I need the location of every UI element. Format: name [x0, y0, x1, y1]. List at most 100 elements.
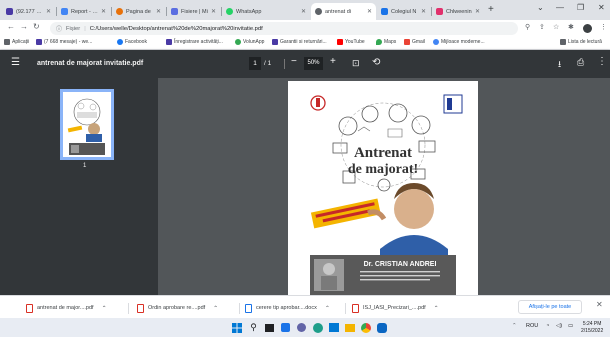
chevron-up-icon[interactable]: ⌃ — [102, 305, 107, 312]
tab-2[interactable]: Pagina de ✕ — [112, 3, 165, 20]
bookmark-mail[interactable]: (7 668 mesaje) - we... — [36, 39, 92, 45]
bookmark-label: Mijloace moderne... — [441, 39, 485, 45]
bookmark-mijloace[interactable]: Mijloace moderne... — [433, 39, 485, 45]
bookmark-youtube[interactable]: YouTube — [337, 39, 365, 45]
chevron-up-icon[interactable]: ⌃ — [434, 305, 439, 312]
search-icon[interactable]: ⚲ — [247, 321, 260, 334]
reload-icon[interactable]: ↻ — [33, 22, 40, 31]
system-clock[interactable]: 5:24 PM 2/15/2022 — [581, 321, 603, 334]
tab-label: Pagina de — [126, 8, 151, 15]
download-item-0[interactable]: antrenat de major....pdf ⌃ — [26, 301, 107, 315]
page-total: / 1 — [264, 60, 272, 67]
close-icon[interactable]: ✕ — [46, 8, 51, 15]
close-icon[interactable]: ✕ — [475, 8, 480, 15]
bookmark-volunapp[interactable]: VolunApp — [235, 39, 264, 45]
close-icon[interactable]: ✕ — [101, 8, 106, 15]
bookmark-label: (7 668 mesaje) - we... — [44, 39, 93, 45]
rotate-icon[interactable]: ⟲ — [372, 57, 380, 68]
minimize-button[interactable]: — — [556, 3, 564, 12]
bookmark-apps[interactable]: Aplicații — [4, 39, 29, 45]
sidebar-menu-icon[interactable]: ☰ — [11, 57, 20, 68]
file-explorer-icon[interactable] — [343, 321, 356, 334]
zoom-input[interactable]: 50% — [304, 57, 323, 70]
download-item-1[interactable]: Ordin aprobare re....pdf ⌃ — [137, 301, 218, 315]
bookmark-inregistrare[interactable]: Înregistrare activități... — [166, 39, 223, 45]
address-bar[interactable]: ⓘ Fișier | C:/Users/welle/Desktop/antren… — [50, 22, 518, 35]
zoom-out-button[interactable]: − — [291, 56, 297, 67]
wifi-icon[interactable]: ◔ — [546, 323, 549, 329]
download-item-2[interactable]: cerere tip aprobar....docx ⌃ — [245, 301, 330, 315]
download-label: ISJ_IASI_Precizari_....pdf — [363, 305, 426, 311]
bookmark-label: Garantii si returnări... — [280, 39, 327, 45]
download-item-3[interactable]: ISJ_IASI_Precizari_....pdf ⌃ — [352, 301, 439, 315]
youtube-icon — [337, 39, 343, 45]
app-icon[interactable] — [375, 321, 388, 334]
chevron-up-icon[interactable]: ⌃ — [512, 323, 517, 329]
close-icon[interactable]: ✕ — [421, 8, 426, 15]
close-icon[interactable]: ✕ — [367, 8, 372, 15]
close-icon[interactable]: ✕ — [211, 8, 216, 15]
extensions-icon[interactable]: ✱ — [568, 23, 574, 31]
fit-page-icon[interactable]: ⊡ — [352, 58, 360, 69]
chat-icon[interactable] — [295, 321, 308, 334]
zoom-in-button[interactable]: + — [330, 56, 336, 67]
share-icon[interactable]: ⇪ — [539, 23, 545, 31]
download-label: Ordin aprobare re....pdf — [148, 305, 206, 311]
windows-start-icon[interactable] — [230, 321, 243, 334]
bookmark-gmail[interactable]: Gmail — [404, 39, 425, 45]
bookmark-garantii[interactable]: Garantii si returnări... — [272, 39, 327, 45]
tab-7[interactable]: Chlweenin ✕ — [432, 3, 484, 20]
bookmark-star-icon[interactable]: ☆ — [553, 23, 559, 31]
battery-icon[interactable]: ▭ — [568, 323, 573, 329]
store-icon[interactable] — [327, 321, 340, 334]
chevron-up-icon[interactable]: ⌃ — [213, 305, 218, 312]
doc-icon — [61, 8, 68, 15]
bookmark-label: Gmail — [412, 39, 426, 45]
chrome-icon[interactable] — [359, 321, 372, 334]
close-icon[interactable]: ✕ — [301, 8, 306, 15]
tab-0[interactable]: (92.177 unr ✕ — [2, 3, 55, 20]
show-all-button[interactable]: Afișați-le pe toate — [518, 300, 582, 314]
tab-search-icon[interactable]: ⌄ — [537, 3, 544, 12]
profile-avatar[interactable] — [583, 24, 592, 33]
mail-icon — [272, 39, 278, 45]
more-options-icon[interactable]: ⋮ — [597, 56, 607, 67]
edge-icon[interactable] — [311, 321, 324, 334]
close-icon[interactable]: ✕ — [156, 8, 161, 15]
tab-1[interactable]: Report - ac ✕ — [57, 3, 110, 20]
apps-grid-icon — [4, 39, 10, 45]
tab-6[interactable]: Colegiul N ✕ — [377, 3, 430, 20]
close-icon[interactable]: ✕ — [596, 300, 603, 309]
tab-label: antrenat di — [325, 8, 351, 15]
bookmark-label: Aplicații — [12, 39, 30, 45]
volume-icon[interactable]: ◁) — [556, 323, 562, 329]
address-scheme-label: Fișier — [66, 25, 81, 32]
download-icon[interactable]: ⭳ — [558, 57, 561, 73]
bookmarks-bar: Aplicații (7 668 mesaje) - we... Faceboo… — [0, 37, 610, 50]
maximize-button[interactable]: ❐ — [577, 3, 584, 12]
language-indicator[interactable]: ROU — [526, 323, 538, 329]
reading-list-label: Lista de lectură — [568, 39, 602, 45]
chevron-up-icon[interactable]: ⌃ — [325, 305, 330, 312]
back-icon[interactable]: ← — [7, 22, 15, 31]
task-view-icon[interactable] — [263, 321, 276, 334]
print-icon[interactable]: ⎙ — [577, 57, 584, 68]
bookmark-maps[interactable]: Maps — [376, 39, 396, 45]
page-thumbnail[interactable] — [60, 89, 114, 160]
doc-icon — [166, 39, 172, 45]
info-icon[interactable]: ⓘ — [56, 24, 62, 33]
tab-4[interactable]: WhatsApp ✕ — [222, 3, 310, 20]
new-tab-button[interactable]: + — [488, 4, 494, 15]
clock-date: 2/15/2022 — [581, 327, 604, 334]
pdf-file-icon — [26, 303, 33, 313]
menu-icon[interactable]: ⋮ — [600, 23, 607, 31]
forward-icon[interactable]: → — [20, 22, 28, 31]
zoom-icon[interactable]: ⚲ — [525, 23, 530, 31]
page-number-input[interactable]: 1 — [249, 57, 261, 70]
close-window-button[interactable]: ✕ — [598, 3, 605, 12]
widgets-icon[interactable] — [279, 321, 292, 334]
tab-5-active[interactable]: antrenat di ✕ — [311, 3, 376, 20]
bookmark-facebook[interactable]: Facebook — [117, 39, 147, 45]
tab-3[interactable]: Fisiere | Mi ✕ — [167, 3, 220, 20]
reading-list[interactable]: Lista de lectură — [560, 39, 602, 45]
